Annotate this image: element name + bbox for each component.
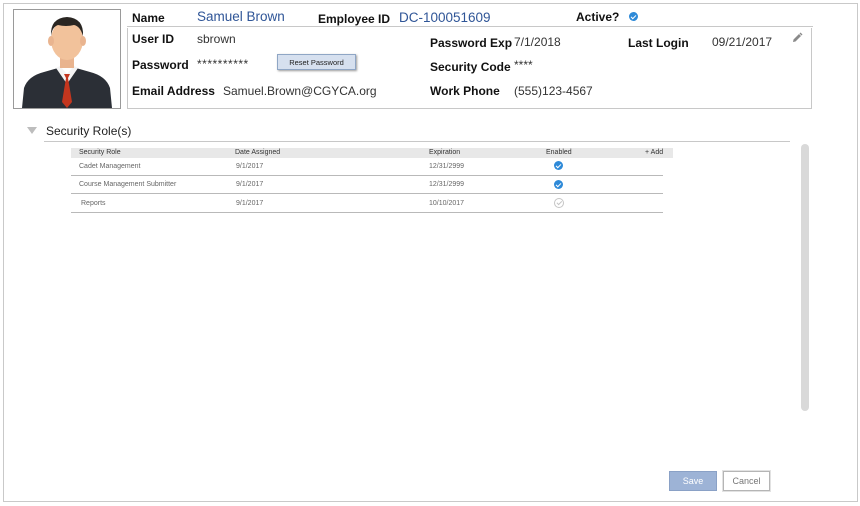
last-login-label: Last Login <box>628 36 689 50</box>
enabled-check-icon[interactable] <box>554 161 563 170</box>
triangle-down-icon[interactable] <box>27 127 37 134</box>
security-code-value: **** <box>514 58 533 72</box>
work-phone-value: (555)123-4567 <box>514 84 593 98</box>
security-roles-title[interactable]: Security Role(s) <box>46 124 131 138</box>
active-check-icon[interactable] <box>629 12 638 21</box>
name-value: Samuel Brown <box>197 9 285 24</box>
email-label: Email Address <box>132 84 215 98</box>
disabled-check-icon[interactable] <box>554 198 564 208</box>
add-role-button[interactable]: + Add <box>645 148 663 158</box>
header-divider <box>127 26 813 27</box>
employee-id-label: Employee ID <box>318 12 391 26</box>
person-avatar-icon <box>22 17 112 108</box>
roles-table-header <box>71 148 673 158</box>
column-header-enabled: Enabled <box>546 149 572 156</box>
pencil-icon[interactable] <box>791 31 803 49</box>
reset-password-button[interactable]: Reset Password <box>277 54 356 70</box>
security-code-label: Security Code <box>430 60 511 74</box>
table-row[interactable] <box>71 158 663 176</box>
table-row[interactable] <box>71 194 663 213</box>
role-expiration: 10/10/2017 <box>429 200 465 207</box>
employee-id-value: DC-100051609 <box>399 10 491 25</box>
password-label: Password <box>132 58 189 72</box>
column-header-expiration: Expiration <box>429 149 461 156</box>
name-label: Name <box>132 11 165 25</box>
role-name: Cadet Management <box>79 163 141 170</box>
role-date-assigned: 9/1/2017 <box>236 200 264 207</box>
column-header-date-assigned: Date Assigned <box>235 149 281 156</box>
role-date-assigned: 9/1/2017 <box>236 181 264 188</box>
cancel-button[interactable]: Cancel <box>723 471 770 491</box>
work-phone-label: Work Phone <box>430 84 500 98</box>
column-header-security-role: Security Role <box>79 149 121 156</box>
role-name: Reports <box>81 200 106 207</box>
role-expiration: 12/31/2999 <box>429 181 465 188</box>
save-button[interactable]: Save <box>669 471 717 491</box>
role-expiration: 12/31/2999 <box>429 163 465 170</box>
section-divider <box>44 141 790 142</box>
vertical-scrollbar[interactable] <box>801 144 809 411</box>
enabled-check-icon[interactable] <box>554 180 563 189</box>
active-label: Active? <box>576 10 620 24</box>
password-exp-label: Password Exp <box>430 36 513 50</box>
user-id-label: User ID <box>132 32 175 46</box>
user-id-value: sbrown <box>197 32 236 46</box>
password-exp-value: 7/1/2018 <box>514 35 561 49</box>
avatar <box>13 9 121 109</box>
email-value: Samuel.Brown@CGYCA.org <box>223 84 377 98</box>
last-login-value: 09/21/2017 <box>712 35 773 49</box>
password-value: ********** <box>197 57 249 71</box>
role-date-assigned: 9/1/2017 <box>236 163 264 170</box>
role-name: Course Management Submitter <box>79 181 177 188</box>
